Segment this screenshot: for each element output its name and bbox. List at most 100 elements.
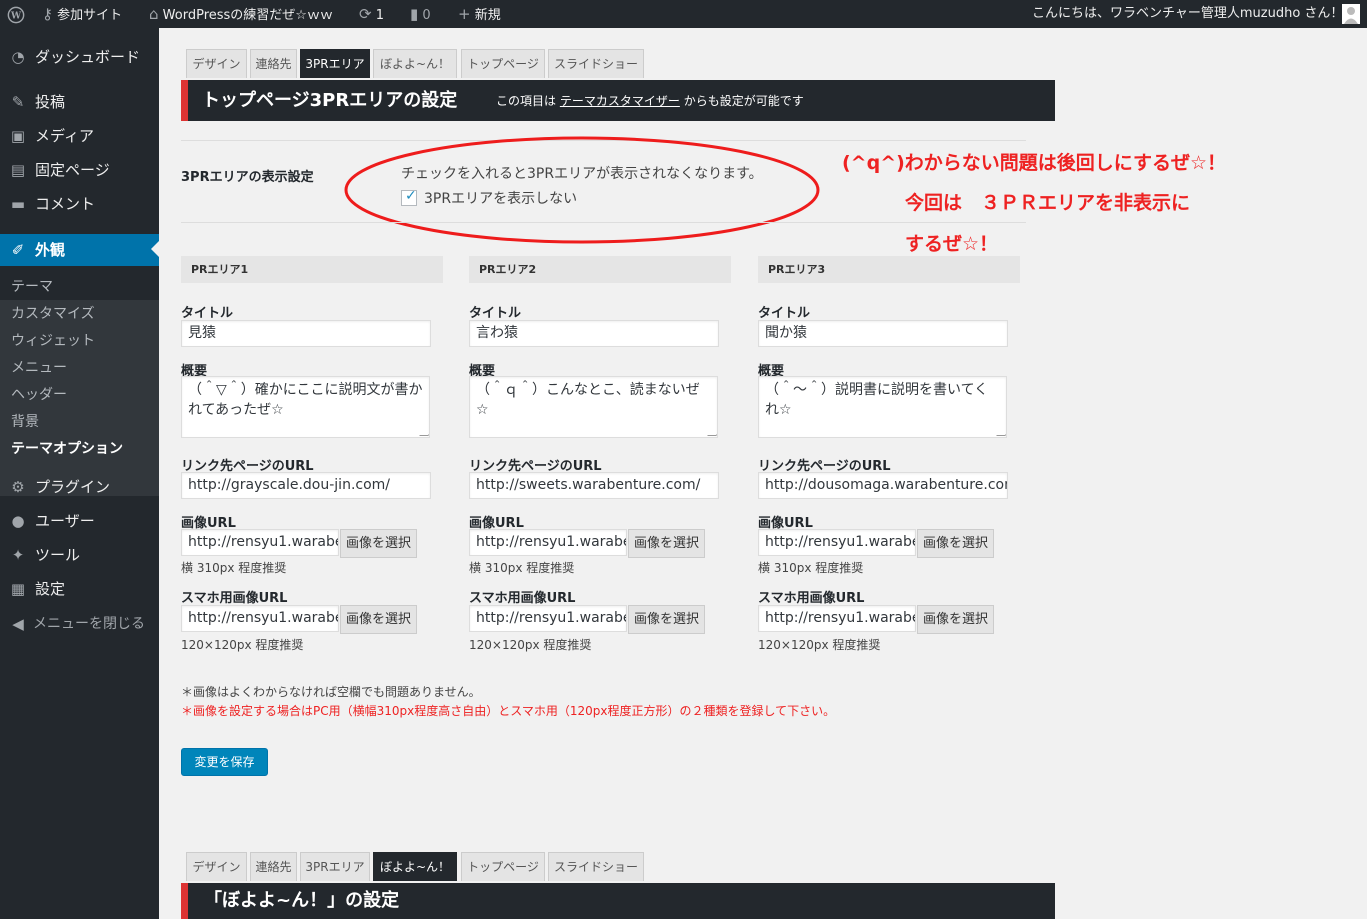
theme-customizer-link[interactable]: テーマカスタマイザー <box>560 94 680 108</box>
image-hint: 横 310px 程度推奨 <box>469 561 575 575</box>
pr3-title-input[interactable]: 聞か猿 <box>758 320 1008 347</box>
comment-icon: ▮ <box>410 5 419 23</box>
sp-image-label: スマホ用画像URL <box>181 591 288 606</box>
comments-menu[interactable]: ▮ 0 <box>410 0 431 28</box>
tab-boyoyon[interactable]: ぼよよ~ん！ <box>373 49 457 78</box>
sidebar-item-tools[interactable]: ✦ ツール <box>0 540 159 570</box>
collapse-icon: ◀ <box>12 615 24 633</box>
submenu-item-background[interactable]: 背景 <box>11 412 39 432</box>
submenu-item-widgets[interactable]: ウィジェット <box>11 331 95 351</box>
submenu-item-menus[interactable]: メニュー <box>11 358 67 378</box>
pr1-summary-textarea[interactable]: （＾▽＾）確かにここに説明文が書かれてあったぜ☆ <box>181 376 430 438</box>
tab-3pr-area[interactable]: 3PRエリア <box>300 49 370 78</box>
sidebar-item-label: ダッシュボード <box>35 48 141 66</box>
divider <box>181 222 1026 223</box>
tab-3pr-area[interactable]: 3PRエリア <box>300 852 370 881</box>
image-hint: 横 310px 程度推奨 <box>758 561 864 575</box>
note-image-types: ＊画像を設定する場合はPC用（横幅310px程度高さ自由）とスマホ用（120px… <box>181 704 836 718</box>
tab-contact[interactable]: 連絡先 <box>250 49 297 78</box>
wordpress-logo-icon[interactable]: W <box>7 0 25 28</box>
note-prefix: この項目は <box>496 94 557 108</box>
resize-handle-icon[interactable] <box>707 427 717 436</box>
title-label: タイトル <box>758 306 811 321</box>
tab-design[interactable]: デザイン <box>186 852 247 881</box>
pr2-title-input[interactable]: 言わ猿 <box>469 320 719 347</box>
sp-image-label: スマホ用画像URL <box>758 591 865 606</box>
annotation-line-2: 今回は ３ＰＲエリアを非表示に <box>905 192 1191 214</box>
sp-image-label: スマホ用画像URL <box>469 591 576 606</box>
sidebar-item-plugins[interactable]: ⚙ プラグイン <box>0 472 159 502</box>
avatar[interactable] <box>1342 4 1360 24</box>
account-menu[interactable]: こんにちは、ワラベンチャー管理人muzudho さん！ <box>1032 0 1343 28</box>
sidebar-item-posts[interactable]: ✎ 投稿 <box>0 87 159 117</box>
pr3-image-input[interactable]: http://rensyu1.warabe <box>758 529 916 556</box>
updates-menu[interactable]: ⟳ 1 <box>359 0 384 28</box>
tab-top-page[interactable]: トップページ <box>461 49 545 78</box>
comment-icon: ▬ <box>10 195 26 213</box>
note-suffix: からも設定が可能です <box>683 94 804 108</box>
pr2-image-select-button[interactable]: 画像を選択 <box>628 529 705 558</box>
save-button[interactable]: 変更を保存 <box>181 748 268 776</box>
pr2-link-input[interactable]: http://sweets.warabenture.com/ <box>469 472 719 499</box>
tab-contact[interactable]: 連絡先 <box>250 852 297 881</box>
sp-image-hint: 120×120px 程度推奨 <box>758 638 881 652</box>
pr1-title-input[interactable]: 見猿 <box>181 320 431 347</box>
submenu-item-customize[interactable]: カスタマイズ <box>11 304 95 324</box>
site-name-menu[interactable]: ⌂ WordPressの練習だぜ☆ｗｗ <box>149 0 333 28</box>
user-icon: ● <box>11 512 25 530</box>
submenu-item-themes[interactable]: テーマ <box>11 277 53 297</box>
sidebar-item-label: 投稿 <box>35 93 66 111</box>
pr-area-3-header: PRエリア3 <box>758 256 1020 283</box>
svg-text:W: W <box>10 11 22 21</box>
pr2-sp-image-input[interactable]: http://rensyu1.warabe <box>469 605 627 632</box>
pr3-sp-image-select-button[interactable]: 画像を選択 <box>917 605 994 634</box>
sidebar-item-dashboard[interactable]: ◔ ダッシュボード <box>0 42 159 72</box>
my-sites-menu[interactable]: ⚷ 参加サイト <box>42 0 122 28</box>
sidebar-item-label: 固定ページ <box>35 161 110 179</box>
pr3-summary-textarea[interactable]: （＾～＾）説明書に説明を書いてくれ☆ <box>758 376 1007 438</box>
sidebar-item-users[interactable]: ● ユーザー <box>0 506 159 536</box>
tab-slideshow[interactable]: スライドショー <box>548 852 644 881</box>
pin-icon: ✎ <box>11 93 25 111</box>
pr2-summary-textarea[interactable]: （＾ｑ＾）こんなとこ、読まないぜ☆ <box>469 376 718 438</box>
pr1-image-input[interactable]: http://rensyu1.warabe <box>181 529 339 556</box>
image-hint: 横 310px 程度推奨 <box>181 561 287 575</box>
sidebar-item-label: メニューを閉じる <box>33 616 145 632</box>
resize-handle-icon[interactable] <box>996 427 1006 436</box>
sidebar-item-appearance[interactable]: ✐ 外観 <box>0 234 159 266</box>
pr2-sp-image-select-button[interactable]: 画像を選択 <box>628 605 705 634</box>
submenu-item-theme-options[interactable]: テーマオプション <box>11 439 123 459</box>
comments-count: 0 <box>422 8 431 23</box>
tab-design[interactable]: デザイン <box>186 49 247 78</box>
sidebar-item-label: ツール <box>35 546 81 564</box>
annotation-line-1: (^q^)わからない問題は後回しにするぜ☆！ <box>842 152 1227 174</box>
pr2-image-input[interactable]: http://rensyu1.warabe <box>469 529 627 556</box>
annotation-line-3: するぜ☆！ <box>905 233 999 255</box>
tab-boyoyon[interactable]: ぼよよ~ん！ <box>373 852 457 881</box>
tab-top-page[interactable]: トップページ <box>461 852 545 881</box>
submenu-item-header[interactable]: ヘッダー <box>11 385 67 405</box>
site-name-label: WordPressの練習だぜ☆ｗｗ <box>162 8 333 23</box>
resize-handle-icon[interactable] <box>419 427 429 436</box>
pr3-link-input[interactable]: http://dousomaga.warabenture.com <box>758 472 1008 499</box>
pr1-link-input[interactable]: http://grayscale.dou-jin.com/ <box>181 472 431 499</box>
key-icon: ⚷ <box>42 5 53 23</box>
tab-slideshow[interactable]: スライドショー <box>548 49 644 78</box>
sidebar-item-settings[interactable]: ▦ 設定 <box>0 574 159 604</box>
sidebar-item-media[interactable]: ▣ メディア <box>0 121 159 151</box>
pr3-sp-image-input[interactable]: http://rensyu1.warabe <box>758 605 916 632</box>
pr1-sp-image-input[interactable]: http://rensyu1.warabe <box>181 605 339 632</box>
sidebar-item-pages[interactable]: ▤ 固定ページ <box>0 155 159 185</box>
sidebar-item-comments[interactable]: ▬ コメント <box>0 189 159 219</box>
pr1-image-select-button[interactable]: 画像を選択 <box>340 529 417 558</box>
new-content-menu[interactable]: + 新規 <box>458 0 501 28</box>
sp-image-hint: 120×120px 程度推奨 <box>469 638 592 652</box>
tools-icon: ✦ <box>11 546 25 564</box>
section-title: 「ぼよよ~ん！」の設定 <box>204 890 400 911</box>
pr1-sp-image-select-button[interactable]: 画像を選択 <box>340 605 417 634</box>
pr3-image-select-button[interactable]: 画像を選択 <box>917 529 994 558</box>
highlight-ellipse <box>344 136 820 244</box>
sidebar-collapse-menu[interactable]: ◀ メニューを閉じる <box>0 609 159 639</box>
pr-area-1-header: PRエリア1 <box>181 256 443 283</box>
sidebar-item-label: コメント <box>35 195 96 213</box>
